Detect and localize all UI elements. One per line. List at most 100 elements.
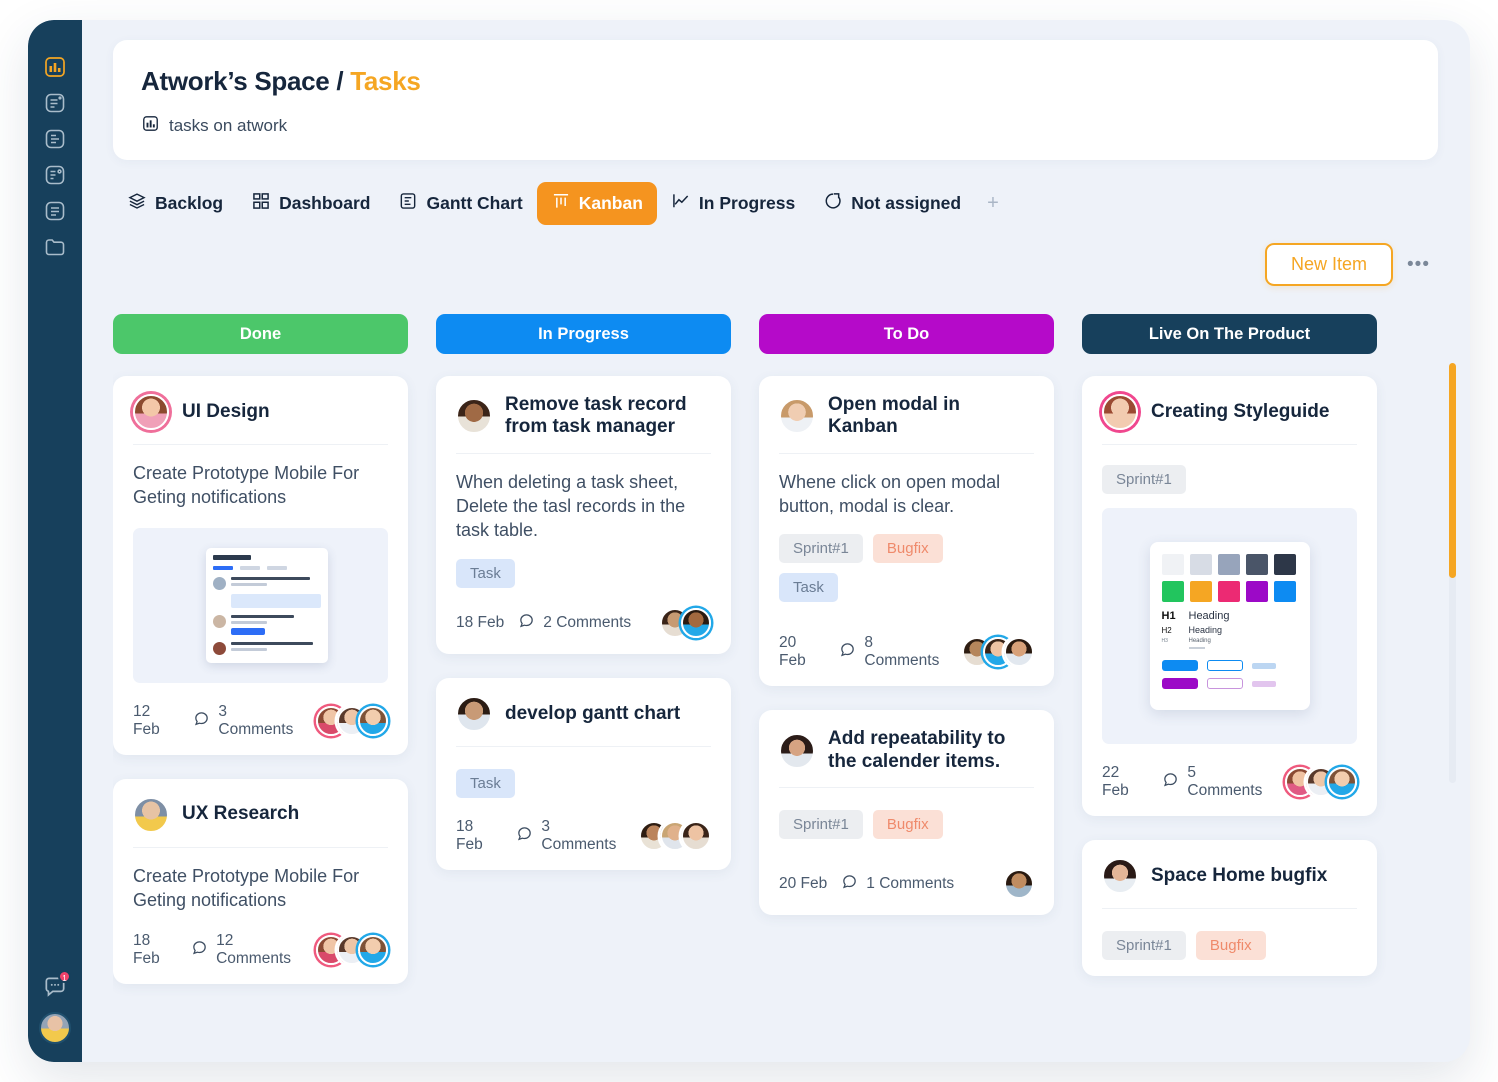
sidebar-item-tasks[interactable] bbox=[40, 160, 70, 190]
tab-label: Not assigned bbox=[851, 193, 962, 213]
page-subtitle: tasks on atwork bbox=[141, 114, 1410, 138]
column-header[interactable]: Done bbox=[113, 314, 408, 354]
tab-gantt-chart[interactable]: Gantt Chart bbox=[384, 182, 536, 225]
task-card[interactable]: UX Research Create Prototype Mobile For … bbox=[113, 778, 408, 985]
card-comments[interactable]: 5 Comments bbox=[1162, 764, 1271, 800]
avatar bbox=[1004, 637, 1034, 668]
card-comments[interactable]: 3 Comments bbox=[193, 703, 302, 739]
tag[interactable]: Bugfix bbox=[872, 534, 943, 564]
chat-icon[interactable]: 1 bbox=[40, 970, 71, 1002]
tab-not-assigned[interactable]: Not assigned bbox=[809, 182, 975, 225]
card-comments[interactable]: 12 Comments bbox=[191, 932, 302, 968]
card-thumbnail-styleguide[interactable]: H1 Heading H2 Heading H3 Heading bbox=[1102, 508, 1357, 744]
chart-icon bbox=[141, 114, 160, 138]
sidebar-item-document[interactable] bbox=[40, 124, 70, 154]
task-card[interactable]: Open modal in Kanban Whene click on open… bbox=[759, 376, 1054, 687]
card-title: Add repeatability to the calender items. bbox=[828, 728, 1006, 772]
card-description: Create Prototype Mobile For Geting notif… bbox=[133, 865, 360, 910]
board-scrollbar-thumb[interactable] bbox=[1449, 363, 1456, 578]
tag[interactable]: Task bbox=[779, 573, 838, 603]
tag[interactable]: Bugfix bbox=[872, 810, 943, 840]
column-header[interactable]: Live On The Product bbox=[1082, 314, 1377, 354]
comment-icon bbox=[839, 641, 856, 663]
card-members[interactable] bbox=[316, 705, 388, 736]
tag[interactable]: Task bbox=[456, 558, 515, 588]
tab-backlog[interactable]: Backlog bbox=[113, 182, 237, 225]
comment-icon bbox=[841, 873, 858, 895]
card-header: UX Research bbox=[133, 796, 388, 848]
card-description: Whene click on open modal button, modal … bbox=[779, 471, 1001, 517]
typography-scale: H1 Heading H2 Heading H3 Heading bbox=[1162, 610, 1298, 649]
column-header[interactable]: In Progress bbox=[436, 314, 731, 354]
card-title: UX Research bbox=[182, 803, 300, 825]
column-header[interactable]: To Do bbox=[759, 314, 1054, 354]
tab-label: Dashboard bbox=[279, 193, 371, 213]
board-column-in-progress: In Progress Remove task record from task… bbox=[436, 314, 731, 1062]
card-tags: Sprint#1 bbox=[1102, 465, 1357, 494]
tag[interactable]: Sprint#1 bbox=[1102, 465, 1186, 494]
column-title: In Progress bbox=[538, 324, 629, 343]
board-scrollbar[interactable] bbox=[1449, 363, 1456, 783]
card-description: Create Prototype Mobile For Geting notif… bbox=[133, 463, 360, 508]
avatar bbox=[456, 398, 492, 435]
card-comments[interactable]: 1 Comments bbox=[841, 873, 954, 895]
tab-kanban[interactable]: Kanban bbox=[536, 182, 657, 225]
tab-in-progress[interactable]: In Progress bbox=[657, 182, 809, 225]
breadcrumb-separator: / bbox=[329, 66, 351, 96]
card-date: 18 Feb bbox=[456, 817, 483, 853]
avatar bbox=[1004, 869, 1034, 900]
task-card[interactable]: Add repeatability to the calender items.… bbox=[759, 710, 1054, 916]
card-title: Open modal in Kanban bbox=[828, 394, 960, 438]
column-title: To Do bbox=[883, 324, 930, 343]
sidebar-item-dashboard[interactable] bbox=[40, 52, 70, 82]
card-date: 20 Feb bbox=[779, 634, 806, 670]
more-options-button[interactable]: ••• bbox=[1407, 254, 1430, 276]
card-members[interactable] bbox=[316, 935, 388, 966]
card-header: Remove task record from task manager bbox=[456, 394, 711, 454]
card-date: 18 Feb bbox=[133, 932, 160, 968]
tag[interactable]: Bugfix bbox=[1195, 931, 1266, 960]
card-header: Space Home bugfix bbox=[1102, 858, 1357, 909]
card-thumbnail-notifications[interactable] bbox=[133, 527, 388, 683]
add-tab-button[interactable]: + bbox=[975, 186, 1011, 221]
comment-icon bbox=[193, 710, 210, 732]
comment-icon bbox=[191, 939, 208, 961]
sidebar-item-list[interactable] bbox=[40, 196, 70, 226]
chat-badge: 1 bbox=[58, 970, 71, 983]
tab-label: In Progress bbox=[698, 193, 796, 213]
card-footer: 18 Feb 3 Comments bbox=[456, 818, 711, 854]
breadcrumb-space: Atwork’s Space bbox=[141, 66, 330, 96]
task-card[interactable]: UI Design Create Prototype Mobile For Ge… bbox=[113, 376, 408, 755]
comment-count: 3 Comments bbox=[541, 817, 617, 853]
card-comments[interactable]: 3 Comments bbox=[516, 818, 625, 854]
avatar[interactable] bbox=[39, 1012, 71, 1044]
tag[interactable]: Sprint#1 bbox=[779, 534, 863, 564]
swatch-row bbox=[1161, 554, 1298, 575]
card-members[interactable] bbox=[1285, 767, 1357, 797]
tag[interactable]: Sprint#1 bbox=[1102, 931, 1186, 960]
sidebar-item-folder[interactable] bbox=[40, 232, 70, 262]
board-column-live-on-the-product: Live On The Product Creating Styleguide … bbox=[1082, 314, 1377, 1062]
new-item-button[interactable]: New Item bbox=[1265, 243, 1394, 286]
card-title: UI Design bbox=[182, 400, 270, 422]
task-card[interactable]: Space Home bugfix Sprint#1 Bugfix bbox=[1082, 840, 1377, 976]
task-card[interactable]: develop gantt chart Task 18 Feb 3 Commen… bbox=[436, 677, 731, 870]
task-card[interactable]: Remove task record from task manager Whe… bbox=[436, 376, 731, 654]
card-members[interactable] bbox=[660, 607, 711, 638]
card-tags: Sprint#1 Bugfix bbox=[779, 810, 1034, 840]
card-comments[interactable]: 8 Comments bbox=[839, 634, 948, 670]
card-footer: 20 Feb 8 Comments bbox=[779, 634, 1034, 670]
styleguide-mock: H1 Heading H2 Heading H3 Heading bbox=[1149, 542, 1310, 710]
card-members[interactable] bbox=[639, 820, 711, 851]
card-members[interactable] bbox=[962, 637, 1034, 668]
avatar bbox=[1102, 394, 1138, 430]
tab-dashboard[interactable]: Dashboard bbox=[237, 182, 384, 225]
card-comments[interactable]: 2 Comments bbox=[518, 612, 631, 634]
tag[interactable]: Task bbox=[456, 768, 515, 798]
card-title: Remove task record from task manager bbox=[505, 394, 687, 438]
card-tags: Sprint#1 Bugfix bbox=[779, 534, 1034, 564]
card-members[interactable] bbox=[1004, 869, 1034, 900]
task-card[interactable]: Creating Styleguide Sprint#1 H1 Heading … bbox=[1082, 376, 1377, 816]
tag[interactable]: Sprint#1 bbox=[779, 810, 863, 840]
sidebar-item-note[interactable] bbox=[40, 88, 70, 118]
